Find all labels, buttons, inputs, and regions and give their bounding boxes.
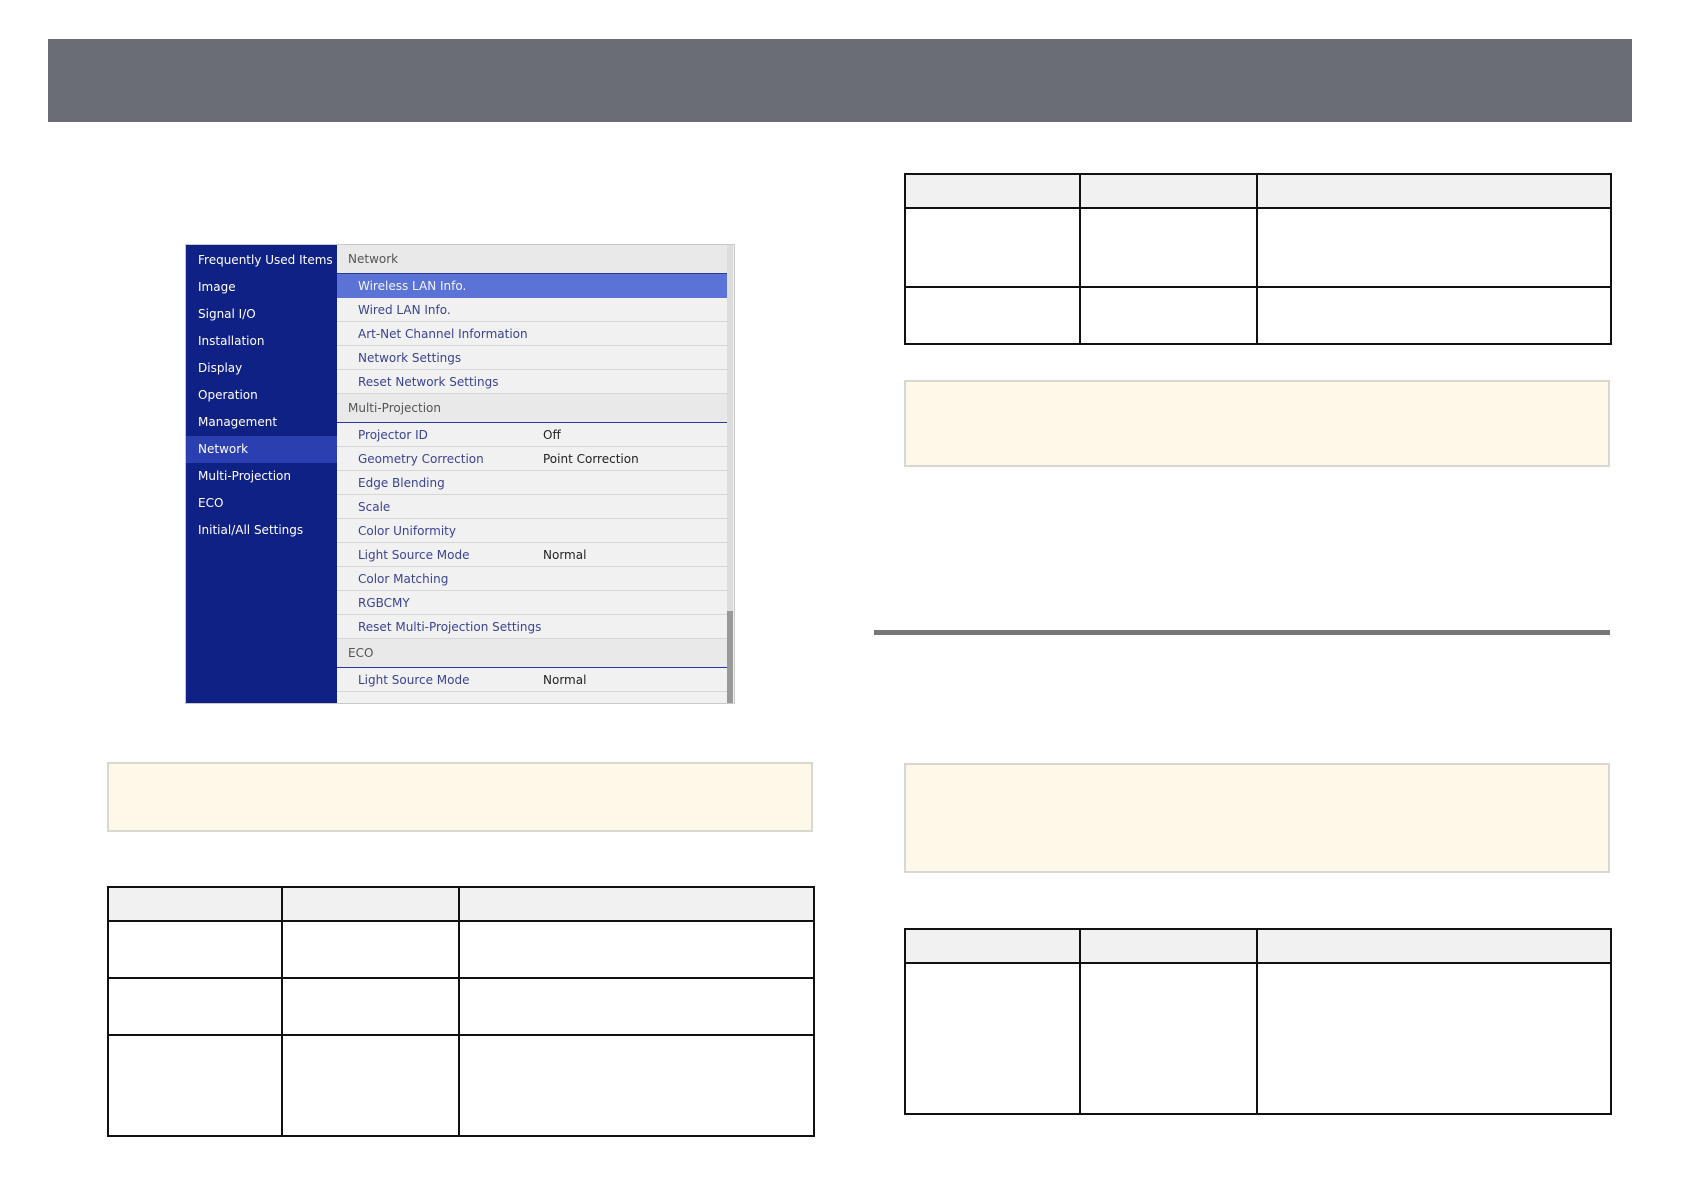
sidebar-item-multi-projection[interactable]: Multi-Projection	[186, 463, 337, 490]
menu-item-scale[interactable]: Scale	[337, 495, 727, 519]
sidebar-item-frequently-used-items[interactable]: Frequently Used Items	[186, 247, 337, 274]
menu-item-reset-multi-projection-settings[interactable]: Reset Multi-Projection Settings	[337, 615, 727, 639]
menu-item-wired-lan-info[interactable]: Wired LAN Info.	[337, 298, 727, 322]
menu-item-projector-id[interactable]: Projector ID Off	[337, 423, 727, 447]
menu-item-value: Normal	[543, 673, 587, 687]
table-row	[904, 207, 1612, 288]
table-row	[107, 1034, 815, 1137]
table-row	[904, 962, 1612, 1115]
table-header-cell	[1079, 928, 1258, 964]
menu-item-label: Geometry Correction	[358, 452, 484, 466]
section-divider	[874, 630, 1610, 635]
sidebar-item-initial-all-settings[interactable]: Initial/All Settings	[186, 517, 337, 544]
menu-item-art-net-channel-information[interactable]: Art-Net Channel Information	[337, 322, 727, 346]
sidebar-item-installation[interactable]: Installation	[186, 328, 337, 355]
menu-item-value: Point Correction	[543, 452, 639, 466]
menu-item-color-uniformity[interactable]: Color Uniformity	[337, 519, 727, 543]
section-header-multi-projection: Multi-Projection	[337, 394, 727, 423]
menu-item-label: Color Matching	[358, 572, 449, 586]
menu-item-label: Reset Network Settings	[358, 375, 499, 389]
sidebar-item-image[interactable]: Image	[186, 274, 337, 301]
sidebar-item-management[interactable]: Management	[186, 409, 337, 436]
menu-item-color-matching[interactable]: Color Matching	[337, 567, 727, 591]
table-header-cell	[458, 886, 815, 922]
table-cell	[107, 1034, 283, 1137]
table-header-cell	[1256, 928, 1612, 964]
table-cell	[904, 286, 1081, 345]
table-cell	[1256, 207, 1612, 288]
note-box	[107, 762, 813, 832]
table-header-row	[904, 928, 1612, 964]
table-cell	[281, 1034, 460, 1137]
section-header-eco: ECO	[337, 639, 727, 668]
sidebar-item-signal-i-o[interactable]: Signal I/O	[186, 301, 337, 328]
table-cell	[107, 920, 283, 979]
menu-item-rgbcmy[interactable]: RGBCMY	[337, 591, 727, 615]
menu-item-edge-blending[interactable]: Edge Blending	[337, 471, 727, 495]
menu-item-value: Normal	[543, 548, 587, 562]
table-header-cell	[1256, 173, 1612, 209]
menu-item-label: Edge Blending	[358, 476, 445, 490]
menu-item-geometry-correction[interactable]: Geometry Correction Point Correction	[337, 447, 727, 471]
table-header-cell	[1079, 173, 1258, 209]
sidebar-item-eco[interactable]: ECO	[186, 490, 337, 517]
menu-item-label: Light Source Mode	[358, 548, 470, 562]
menu-item-reset-network-settings[interactable]: Reset Network Settings	[337, 370, 727, 394]
menu-item-label: Scale	[358, 500, 391, 514]
menu-sidebar: Frequently Used Items Image Signal I/O Inst…	[186, 245, 337, 703]
sidebar-item-network[interactable]: Network	[186, 436, 337, 463]
table-cell	[904, 962, 1081, 1115]
table-cell	[1079, 962, 1258, 1115]
menu-item-value: Off	[543, 428, 561, 442]
menu-item-label: Light Source Mode	[358, 673, 470, 687]
settings-table	[904, 173, 1612, 345]
menu-item-wireless-lan-info[interactable]: Wireless LAN Info.	[337, 274, 727, 298]
section-header-network: Network	[337, 245, 727, 274]
settings-table	[904, 928, 1612, 1115]
table-header-row	[107, 886, 815, 922]
menu-item-label: Projector ID	[358, 428, 428, 442]
table-header-cell	[904, 173, 1081, 209]
menu-scrollbar[interactable]	[727, 245, 733, 703]
sidebar-item-operation[interactable]: Operation	[186, 382, 337, 409]
table-cell	[458, 977, 815, 1036]
menu-item-label: Art-Net Channel Information	[358, 327, 528, 341]
note-box	[904, 763, 1610, 873]
menu-item-label: Color Uniformity	[358, 524, 456, 538]
menu-item-light-source-mode[interactable]: Light Source Mode Normal	[337, 543, 727, 567]
menu-item-label: Wired LAN Info.	[358, 303, 451, 317]
table-cell	[904, 207, 1081, 288]
sidebar-item-display[interactable]: Display	[186, 355, 337, 382]
table-header-row	[904, 173, 1612, 209]
table-cell	[1079, 207, 1258, 288]
menu-item-label: Network Settings	[358, 351, 462, 365]
table-cell	[458, 920, 815, 979]
menu-item-network-settings[interactable]: Network Settings	[337, 346, 727, 370]
table-cell	[281, 977, 460, 1036]
projector-menu: Frequently Used Items Image Signal I/O Inst…	[185, 244, 735, 704]
table-cell	[281, 920, 460, 979]
page-header-bar	[48, 39, 1632, 122]
settings-table	[107, 886, 815, 1137]
table-cell	[1256, 286, 1612, 345]
menu-item-label: RGBCMY	[358, 596, 410, 610]
menu-item-light-source-mode[interactable]: Light Source Mode Normal	[337, 668, 727, 692]
table-header-cell	[107, 886, 283, 922]
table-header-cell	[281, 886, 460, 922]
table-cell	[107, 977, 283, 1036]
note-box	[904, 380, 1610, 467]
table-row	[107, 977, 815, 1036]
table-row	[904, 286, 1612, 345]
menu-scrollbar-thumb[interactable]	[727, 611, 733, 703]
table-header-cell	[904, 928, 1081, 964]
menu-item-label: Reset Multi-Projection Settings	[358, 620, 542, 634]
menu-item-label: Wireless LAN Info.	[358, 279, 467, 293]
table-cell	[1079, 286, 1258, 345]
menu-main-panel: Network Wireless LAN Info. Wired LAN Info.…	[337, 245, 734, 703]
table-cell	[458, 1034, 815, 1137]
table-cell	[1256, 962, 1612, 1115]
table-row	[107, 920, 815, 979]
